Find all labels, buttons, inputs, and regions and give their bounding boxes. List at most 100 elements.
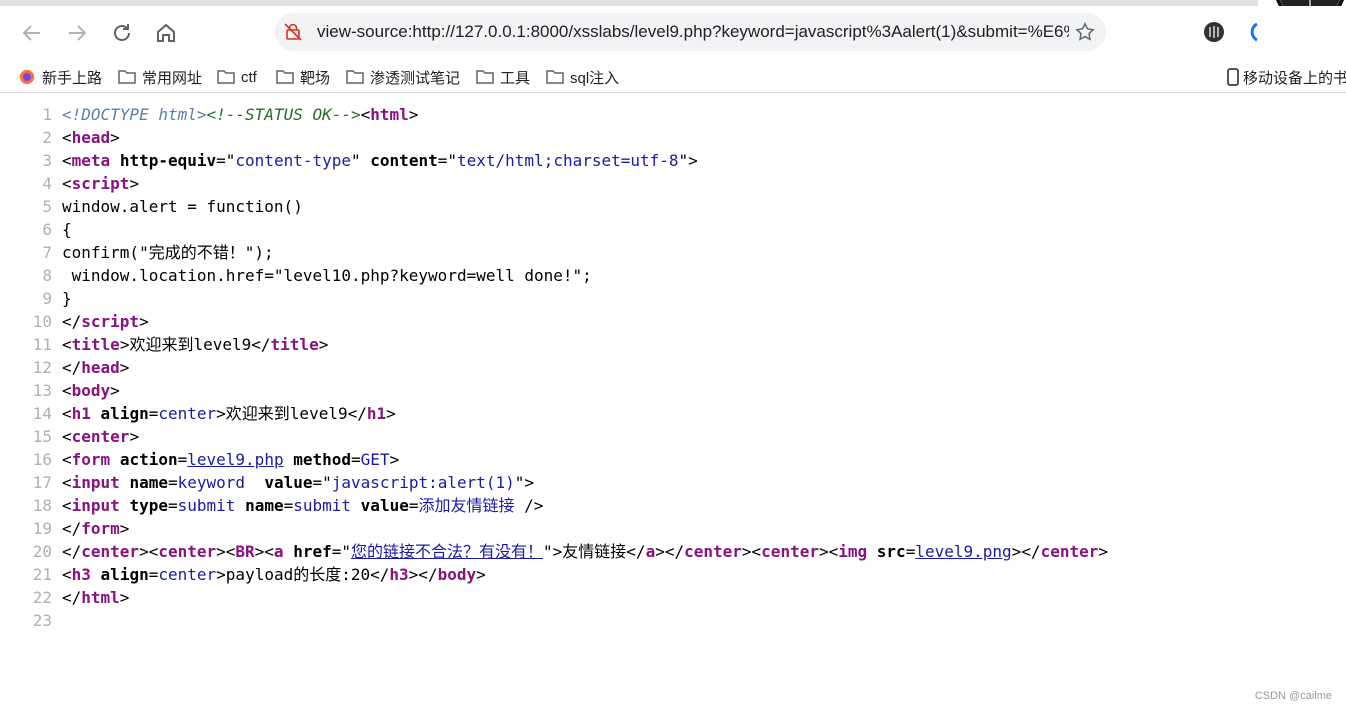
forward-icon bbox=[69, 25, 87, 41]
attr-name: http-equiv bbox=[119, 151, 217, 170]
attr-name: action bbox=[119, 450, 178, 469]
bookmark-folder[interactable]: 渗透测试笔记 bbox=[346, 66, 460, 88]
line-number: 16 bbox=[32, 450, 52, 469]
star-icon[interactable] bbox=[1074, 21, 1096, 43]
tag-name: center bbox=[684, 542, 742, 561]
mobile-bookmarks-folder[interactable]: 移动设备上的书 bbox=[1226, 66, 1346, 88]
firefox-icon bbox=[19, 69, 35, 85]
script-text: } bbox=[62, 289, 72, 308]
bracket: < bbox=[62, 450, 72, 469]
bracket: > bbox=[1098, 542, 1108, 561]
bracket: < bbox=[62, 151, 72, 170]
address-bar[interactable]: view-source:http://127.0.0.1:8000/xsslab… bbox=[275, 13, 1106, 51]
bracket: > bbox=[139, 312, 149, 331]
bracket: > bbox=[110, 128, 120, 147]
bracket: </ bbox=[62, 358, 82, 377]
profile-icon[interactable] bbox=[1245, 21, 1259, 43]
source-line: 3 <meta http-equiv="content-type" content… bbox=[0, 149, 697, 172]
bookmark-folder[interactable]: 靶场 bbox=[276, 66, 330, 88]
bracket: > bbox=[129, 427, 140, 446]
line-number: 3 bbox=[42, 151, 52, 170]
doctype-text: <!DOCTYPE html> bbox=[62, 105, 207, 124]
extension-icon[interactable] bbox=[1203, 21, 1225, 43]
bracket: < bbox=[62, 335, 72, 354]
source-line: 9} bbox=[0, 287, 72, 310]
back-button[interactable] bbox=[18, 19, 46, 47]
line-number: 17 bbox=[32, 473, 52, 492]
tag-name: title bbox=[270, 335, 319, 354]
text-content: payload的长度:20 bbox=[225, 565, 371, 584]
source-link[interactable]: level9.php bbox=[187, 450, 283, 469]
source-line: 22 </html> bbox=[0, 586, 130, 609]
equals: = bbox=[167, 496, 178, 515]
bracket: > bbox=[318, 335, 329, 354]
folder-icon bbox=[546, 70, 564, 84]
tag-name: BR bbox=[235, 542, 255, 561]
equals: = bbox=[148, 565, 159, 584]
home-button[interactable] bbox=[152, 19, 180, 47]
bracket: > bbox=[110, 381, 120, 400]
source-link[interactable]: 您的链接不合法？有没有！ bbox=[351, 542, 543, 561]
bracket: < bbox=[62, 404, 72, 423]
bracket: ></ bbox=[408, 565, 438, 584]
equals: = bbox=[167, 473, 178, 492]
bookmark-folder[interactable]: ctf bbox=[217, 66, 257, 88]
bookmark-label: 常用网址 bbox=[142, 69, 203, 87]
equals: = bbox=[148, 404, 159, 423]
equals: = bbox=[905, 542, 916, 561]
attr-name: type bbox=[129, 496, 168, 515]
tag-name: input bbox=[71, 473, 120, 492]
line-number: 23 bbox=[32, 611, 52, 630]
comment-text: <!--STATUS OK--> bbox=[206, 105, 361, 124]
source-link[interactable]: level9.png bbox=[915, 542, 1011, 561]
browser-toolbar: view-source:http://127.0.0.1:8000/xsslab… bbox=[0, 6, 1346, 62]
attr-name: src bbox=[876, 542, 906, 561]
source-line: 23 bbox=[0, 609, 62, 632]
quote: " bbox=[351, 151, 361, 170]
bracket: > bbox=[216, 404, 226, 423]
tag-name: html bbox=[81, 588, 120, 607]
line-number: 12 bbox=[32, 358, 52, 377]
home-icon bbox=[157, 23, 175, 42]
line-number: 5 bbox=[42, 197, 52, 216]
bracket: ></ bbox=[655, 542, 685, 561]
line-number: 19 bbox=[32, 519, 52, 538]
equals: =" bbox=[331, 542, 351, 561]
tag-name: form bbox=[81, 519, 120, 538]
not-secure-icon[interactable] bbox=[283, 22, 303, 42]
attr-value: center bbox=[158, 565, 217, 584]
bookmark-folder[interactable]: sql注入 bbox=[546, 66, 619, 88]
line-number: 10 bbox=[32, 312, 52, 331]
tag-name: h3 bbox=[71, 565, 91, 584]
equals: =" bbox=[312, 473, 332, 492]
line-number: 4 bbox=[42, 174, 52, 193]
forward-button[interactable] bbox=[63, 19, 91, 47]
bracket: >< bbox=[216, 542, 236, 561]
bracket: > bbox=[408, 105, 419, 124]
url-text[interactable]: view-source:http://127.0.0.1:8000/xsslab… bbox=[317, 22, 1069, 42]
bracket: < bbox=[62, 381, 72, 400]
attr-value: submit bbox=[293, 496, 352, 515]
equals: =" bbox=[437, 151, 457, 170]
bookmark-folder[interactable]: 工具 bbox=[476, 66, 530, 88]
attr-value: GET bbox=[360, 450, 390, 469]
bookmark-item[interactable]: 新手上路 bbox=[18, 66, 102, 88]
bracket: > bbox=[389, 450, 400, 469]
bracket: > bbox=[216, 565, 226, 584]
bookmark-folder[interactable]: 常用网址 bbox=[118, 66, 202, 88]
attr-value: center bbox=[158, 404, 217, 423]
bracket: < bbox=[62, 473, 72, 492]
bracket: > bbox=[129, 174, 140, 193]
reload-icon bbox=[114, 24, 130, 41]
attr-name: content bbox=[370, 151, 438, 170]
quote: "> bbox=[514, 473, 535, 492]
reload-button[interactable] bbox=[108, 19, 136, 47]
folder-icon bbox=[476, 70, 494, 84]
tag-name: script bbox=[81, 312, 140, 331]
bracket: > bbox=[119, 335, 130, 354]
source-line: 16 <form action=level9.php method=GET> bbox=[0, 448, 399, 471]
attr-value: 添加友情链接 bbox=[418, 496, 515, 515]
bookmark-label: ctf bbox=[241, 68, 257, 86]
line-number: 6 bbox=[42, 220, 52, 239]
tag-name: h3 bbox=[389, 565, 409, 584]
